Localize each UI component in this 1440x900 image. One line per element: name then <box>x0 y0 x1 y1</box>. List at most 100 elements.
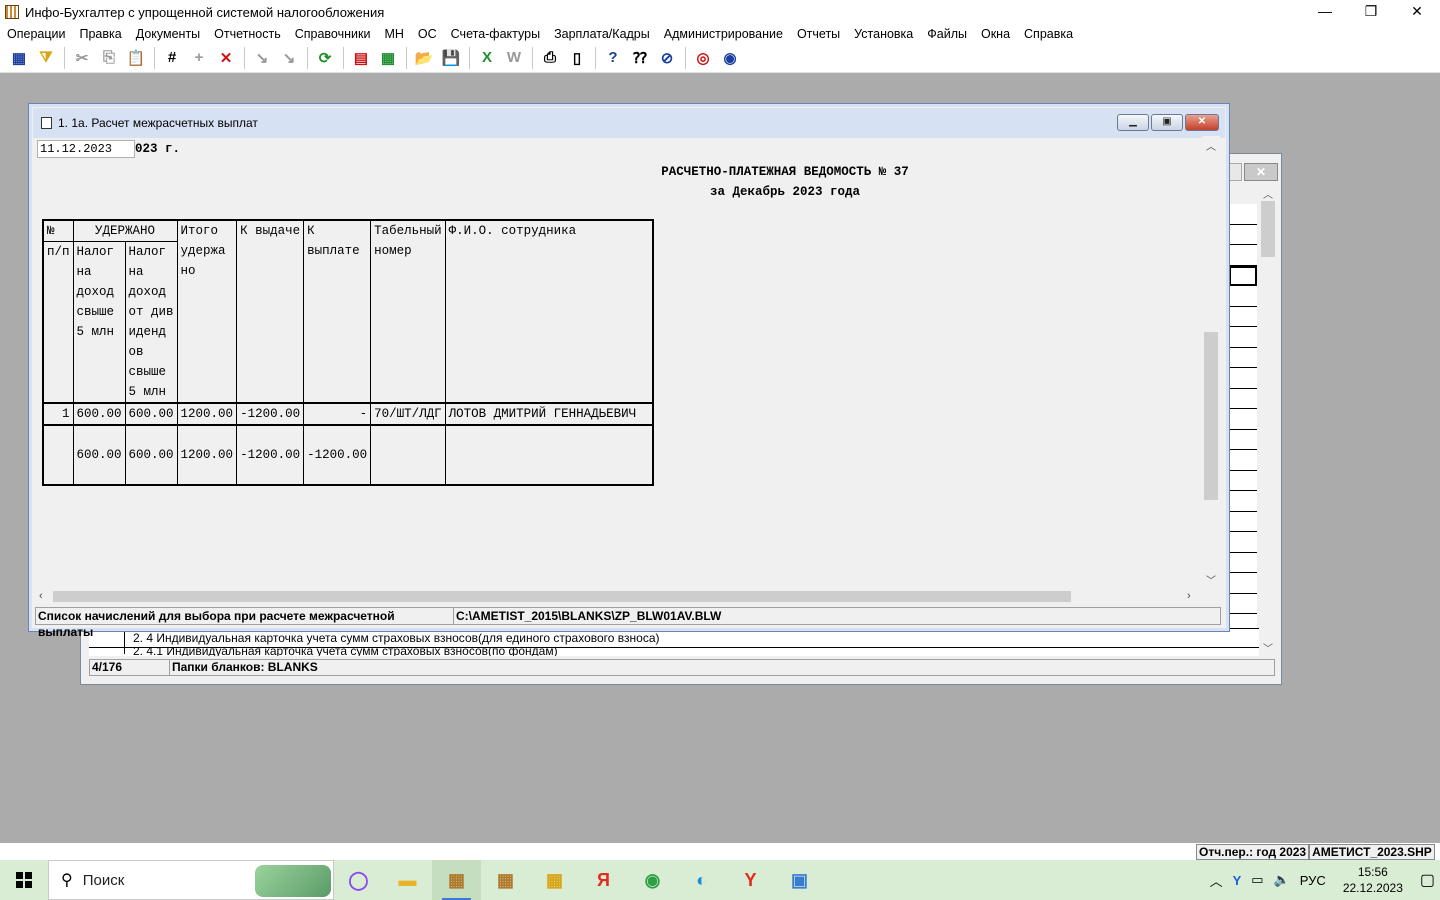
main-horizontal-scrollbar[interactable]: ‹ › <box>35 588 1201 605</box>
menu-invoices[interactable]: Счета-фактуры <box>451 27 540 41</box>
menu-directories[interactable]: Справочники <box>295 27 371 41</box>
menu-help[interactable]: Справка <box>1024 27 1073 41</box>
header-withheld: УДЕРЖАНО <box>72 219 178 242</box>
scroll-up-icon[interactable]: ︿ <box>1202 138 1220 153</box>
mark-icon[interactable]: ↘ <box>251 47 273 69</box>
filter-icon[interactable]: ⧩ <box>35 47 57 69</box>
explorer-icon[interactable]: ▬ <box>383 860 432 900</box>
calculator-icon[interactable]: ▦ <box>377 47 399 69</box>
support-icon[interactable]: ◎ <box>692 47 714 69</box>
language-indicator[interactable]: РУС <box>1300 873 1326 888</box>
list-item[interactable]: 2. 4.1 Индивидуальная карточка учета сум… <box>89 648 1259 656</box>
notifications-icon[interactable]: ▢ <box>1420 870 1435 890</box>
minimize-button[interactable]: — <box>1302 0 1348 24</box>
toolbar-separator <box>406 46 407 69</box>
open-folder-icon[interactable]: 📂 <box>413 47 435 69</box>
refresh-icon[interactable]: ⟳ <box>314 47 336 69</box>
search-placeholder: Поиск <box>82 871 125 889</box>
table-row[interactable]: 1 600.00 600.00 1200.00 -1200.00 - 70/ШТ… <box>42 402 654 426</box>
volume-icon[interactable]: 🔈 <box>1274 872 1290 888</box>
unmark-icon[interactable]: ↘ <box>278 47 300 69</box>
abacus-app2-icon[interactable]: ▦ <box>481 860 530 900</box>
menu-windows[interactable]: Окна <box>981 27 1010 41</box>
start-button[interactable] <box>0 860 48 900</box>
document-icon[interactable]: ▤ <box>350 47 372 69</box>
help-icon[interactable]: ? <box>602 47 624 69</box>
scroll-left-icon[interactable]: ‹ <box>39 588 43 605</box>
clock[interactable]: 15:56 22.12.2023 <box>1343 864 1403 896</box>
scroll-right-icon[interactable]: › <box>1187 588 1191 605</box>
abacus-app-icon[interactable]: ▦ <box>432 860 481 900</box>
menu-administration[interactable]: Администрирование <box>664 27 783 41</box>
table-header-row: № УДЕРЖАНО Итого удержа но К выдаче К вы… <box>42 219 654 404</box>
alice-icon[interactable]: ◯ <box>334 860 383 900</box>
menu-documents[interactable]: Документы <box>136 27 200 41</box>
date-input[interactable]: 11.12.2023 <box>37 140 135 158</box>
menu-files[interactable]: Файлы <box>927 27 967 41</box>
taskbar-search[interactable]: ⚲ Поиск <box>48 860 334 900</box>
chrome-icon[interactable]: ◉ <box>628 860 677 900</box>
print-icon[interactable]: ⎙ <box>539 47 561 69</box>
context-help-icon[interactable]: ⁇ <box>629 47 651 69</box>
bg-vertical-scrollbar[interactable]: ︿ ﹀ <box>1259 184 1277 655</box>
tray-yandex-icon[interactable]: Y <box>1233 873 1242 888</box>
scroll-down-icon[interactable]: ﹀ <box>1202 572 1220 587</box>
word-icon[interactable]: W <box>503 47 525 69</box>
report-area: 11.12.2023 023 г. РАСЧЕТНО-ПЛАТЕЖНАЯ ВЕД… <box>35 138 1201 588</box>
cell-totals-tab <box>370 424 446 486</box>
abacus-app3-icon[interactable]: ▦ <box>530 860 579 900</box>
network-icon[interactable]: ▭ <box>1251 872 1263 888</box>
bg-restore-button[interactable] <box>1228 163 1242 181</box>
search-icon: ⚲ <box>61 872 73 889</box>
menu-edit[interactable]: Правка <box>79 27 121 41</box>
cell-total: 1200.00 <box>176 402 238 426</box>
numbering-icon[interactable]: # <box>161 47 183 69</box>
clock-time: 15:56 <box>1357 865 1388 879</box>
main-vertical-scrollbar[interactable]: ︿ ﹀ <box>1202 136 1220 588</box>
report-title: РАСЧЕТНО-ПЛАТЕЖНАЯ ВЕДОМОСТЬ № 37 за Дек… <box>635 162 935 202</box>
app-window-icon[interactable]: ▣ <box>775 860 824 900</box>
close-button[interactable]: ✕ <box>1394 0 1440 24</box>
status-right: C:\AMETIST_2015\BLANKS\ZP_BLW01AV.BLW <box>456 609 722 623</box>
table-icon[interactable]: ▦ <box>8 47 30 69</box>
menu-os[interactable]: ОС <box>418 27 437 41</box>
main-window-titlebar[interactable]: 1. 1а. Расчет межрасчетных выплат ▁ ▣ ✕ <box>33 108 1225 138</box>
header-tax2: Налог на доход от див иденд ов свыше 5 м… <box>124 241 178 404</box>
preview-icon[interactable]: ▯ <box>566 47 588 69</box>
scroll-down-icon[interactable]: ﹀ <box>1259 640 1277 655</box>
save-icon[interactable]: 💾 <box>440 47 462 69</box>
paste-icon[interactable]: 📋 <box>125 47 147 69</box>
copy-icon[interactable]: ⎘ <box>98 47 120 69</box>
bg-close-button[interactable]: ✕ <box>1244 163 1278 181</box>
menu-reporting[interactable]: Отчетность <box>214 27 281 41</box>
app-title: Инфо-Бухгалтер с упрощенной системой нал… <box>25 4 385 20</box>
main-vscroll-thumb[interactable] <box>1204 332 1218 500</box>
yandex-browser-icon[interactable]: Y <box>726 860 775 900</box>
cut-icon[interactable]: ✂ <box>71 47 93 69</box>
toolbar-separator <box>532 46 533 69</box>
tray-chevron-icon[interactable]: ︿ <box>1210 871 1223 890</box>
menu-reports[interactable]: Отчеты <box>797 27 840 41</box>
excel-icon[interactable]: X <box>476 47 498 69</box>
edge-icon[interactable]: ◐ <box>677 860 726 900</box>
menu-mn[interactable]: МН <box>384 27 403 41</box>
mw-minimize-button[interactable]: ▁ <box>1117 114 1149 131</box>
header-fio: Ф.И.О. сотрудника <box>444 219 654 404</box>
document-icon <box>41 117 52 129</box>
main-window[interactable]: 1. 1а. Расчет межрасчетных выплат ▁ ▣ ✕ … <box>28 103 1230 639</box>
bg-scroll-thumb[interactable] <box>1261 201 1275 257</box>
mw-close-button[interactable]: ✕ <box>1185 114 1219 131</box>
menu-settings[interactable]: Установка <box>854 27 913 41</box>
add-icon[interactable]: + <box>188 47 210 69</box>
compass-icon[interactable]: ⊘ <box>656 47 678 69</box>
yandex-icon[interactable]: Я <box>579 860 628 900</box>
restore-button[interactable]: ❐ <box>1348 0 1394 24</box>
menu-operations[interactable]: Операции <box>7 27 65 41</box>
web-icon[interactable]: ◉ <box>719 47 741 69</box>
cell-num: 1 <box>42 402 74 426</box>
menu-salary[interactable]: Зарплата/Кадры <box>554 27 650 41</box>
main-hscroll-thumb[interactable] <box>53 591 1071 602</box>
delete-icon[interactable]: ✕ <box>215 47 237 69</box>
mw-maximize-button[interactable]: ▣ <box>1151 114 1183 131</box>
scroll-up-icon[interactable]: ︿ <box>1259 186 1277 201</box>
